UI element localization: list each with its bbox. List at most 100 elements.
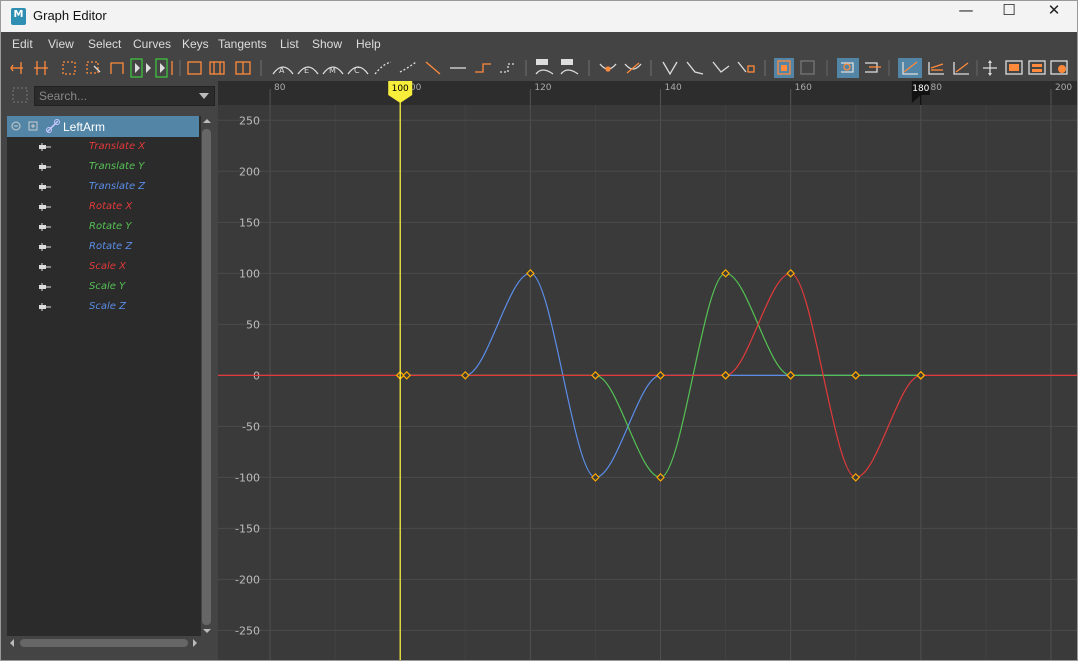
scroll-down-arrow[interactable]	[203, 629, 211, 633]
close-button[interactable]: ✕	[1031, 1, 1077, 32]
curve-canvas[interactable]: 80 100 120 140 160 180 200250200150100500-50-1…	[218, 81, 1077, 661]
tree-item-leftarm[interactable]: LeftArm	[7, 116, 199, 137]
retime-toggle[interactable]	[837, 58, 859, 78]
menu-list[interactable]: List	[280, 37, 299, 51]
lock-weight-icon[interactable]	[686, 61, 704, 75]
separate-view-icon[interactable]	[235, 61, 251, 75]
scroll-up-arrow[interactable]	[203, 119, 211, 123]
horizontal-scrollbar[interactable]	[7, 637, 203, 649]
fixed-tangent-icon[interactable]	[500, 63, 516, 73]
keyframe[interactable]	[656, 473, 665, 482]
channel-row-scale-y[interactable]: Scale Y	[7, 277, 201, 297]
spline-tangent-icon[interactable]: E	[297, 66, 319, 75]
channel-key-icon[interactable]	[39, 143, 51, 151]
channel-key-icon[interactable]	[39, 183, 51, 191]
keyframe[interactable]	[402, 371, 412, 380]
channel-row-translate-z[interactable]: Translate Z	[7, 177, 201, 197]
pre-infinity-icon[interactable]	[535, 59, 554, 75]
channel-key-icon[interactable]	[39, 283, 51, 291]
move-key-icon[interactable]	[10, 62, 23, 74]
channel-box-icon[interactable]	[1005, 60, 1023, 75]
channel-row-scale-x[interactable]: Scale X	[7, 257, 201, 277]
time-editor-icon[interactable]	[1050, 60, 1068, 75]
channel-row-rotate-z[interactable]: Rotate Z	[7, 237, 201, 257]
graph-view[interactable]: 80 100 120 140 160 180 200 250 200 150 100 50 0 -50 -1…	[218, 81, 1077, 661]
keyframe[interactable]	[591, 371, 600, 380]
keyframe[interactable]	[786, 371, 796, 380]
box-select-icon[interactable]	[62, 61, 76, 75]
flat-tangent-icon[interactable]	[374, 61, 392, 75]
menu-curves[interactable]: Curves	[133, 37, 171, 51]
menu-keys[interactable]: Keys	[182, 37, 209, 51]
expand-icon[interactable]	[28, 121, 38, 131]
channel-key-icon[interactable]	[39, 223, 51, 231]
post-infinity-icon[interactable]	[560, 59, 579, 75]
keyframe[interactable]	[656, 371, 665, 380]
keyframe[interactable]	[721, 371, 730, 380]
linear-tangent-icon[interactable]	[425, 61, 441, 75]
vertical-scrollbar[interactable]	[201, 116, 213, 638]
snap-icon[interactable]	[865, 62, 881, 73]
menu-edit[interactable]: Edit	[12, 37, 33, 51]
menu-view[interactable]: View	[48, 37, 74, 51]
keyframe[interactable]	[851, 371, 861, 380]
menu-tangents[interactable]: Tangents	[218, 37, 267, 51]
collapse-icon[interactable]	[11, 121, 21, 131]
unify-tangent-icon[interactable]	[624, 62, 642, 74]
dope-sheet-icon[interactable]	[1028, 60, 1046, 75]
break-tangent-icon[interactable]	[599, 63, 617, 72]
buffer-curve-icon[interactable]	[800, 60, 815, 75]
channel-key-icon[interactable]	[39, 243, 51, 251]
channel-row-scale-z[interactable]: Scale Z	[7, 297, 201, 317]
maximize-button[interactable]: ☐	[986, 1, 1032, 32]
auto-tangent-icon[interactable]: A	[272, 66, 294, 75]
scroll-left-arrow[interactable]	[10, 639, 14, 647]
keyframe[interactable]	[786, 268, 796, 278]
region-icon[interactable]	[110, 62, 124, 74]
lock-tangent-icon[interactable]	[737, 61, 755, 73]
channel-row-rotate-x[interactable]: Rotate X	[7, 197, 201, 217]
filter-icon[interactable]	[12, 87, 30, 105]
animation-curve[interactable]	[218, 272, 1077, 478]
keyframe[interactable]	[526, 268, 535, 278]
step-next-icon[interactable]	[475, 63, 491, 73]
smooth-tangent-icon[interactable]	[399, 61, 417, 73]
curve-display-toggle[interactable]	[774, 58, 794, 78]
insert-key-icon[interactable]	[34, 61, 48, 75]
menu-help[interactable]: Help	[356, 37, 381, 51]
plateau-tangent-icon[interactable]: C	[347, 66, 369, 75]
keyframe[interactable]	[916, 371, 926, 380]
chevron-down-icon[interactable]	[199, 93, 209, 101]
tangent-view-toggle[interactable]	[898, 58, 922, 78]
frame-playback-icon[interactable]	[146, 63, 151, 73]
minimize-button[interactable]: —	[943, 1, 989, 32]
vertical-scroll-thumb[interactable]	[202, 129, 211, 625]
horizontal-scroll-thumb[interactable]	[20, 639, 188, 647]
keyframe[interactable]	[460, 371, 470, 380]
clamped-tangent-icon[interactable]: M	[322, 66, 344, 75]
search-input[interactable]: Search...	[34, 86, 215, 106]
lattice-icon[interactable]	[86, 61, 101, 74]
weighted-tangent-icon[interactable]	[712, 61, 730, 73]
channel-key-icon[interactable]	[39, 303, 51, 311]
channel-row-translate-x[interactable]: Translate X	[7, 137, 201, 157]
frame-selection-icon[interactable]	[130, 58, 143, 78]
keyframe[interactable]	[591, 473, 600, 482]
menu-show[interactable]: Show	[312, 37, 342, 51]
stacked-view-icon[interactable]	[209, 61, 225, 75]
denormalize-icon[interactable]	[953, 62, 969, 75]
menu-select[interactable]: Select	[88, 37, 121, 51]
channel-row-rotate-y[interactable]: Rotate Y	[7, 217, 201, 237]
normalize-view-icon[interactable]	[187, 61, 202, 75]
keyframe[interactable]	[851, 473, 861, 482]
channel-key-icon[interactable]	[39, 163, 51, 171]
free-weight-icon[interactable]	[662, 61, 678, 76]
channel-key-icon[interactable]	[39, 203, 51, 211]
frame-all-icon[interactable]	[155, 58, 173, 78]
channel-row-translate-y[interactable]: Translate Y	[7, 157, 201, 177]
normalize-icon[interactable]	[928, 62, 944, 75]
keyframe[interactable]	[721, 268, 730, 278]
channel-key-icon[interactable]	[39, 263, 51, 271]
move-view-icon[interactable]	[983, 60, 997, 76]
scroll-right-arrow[interactable]	[193, 639, 197, 647]
